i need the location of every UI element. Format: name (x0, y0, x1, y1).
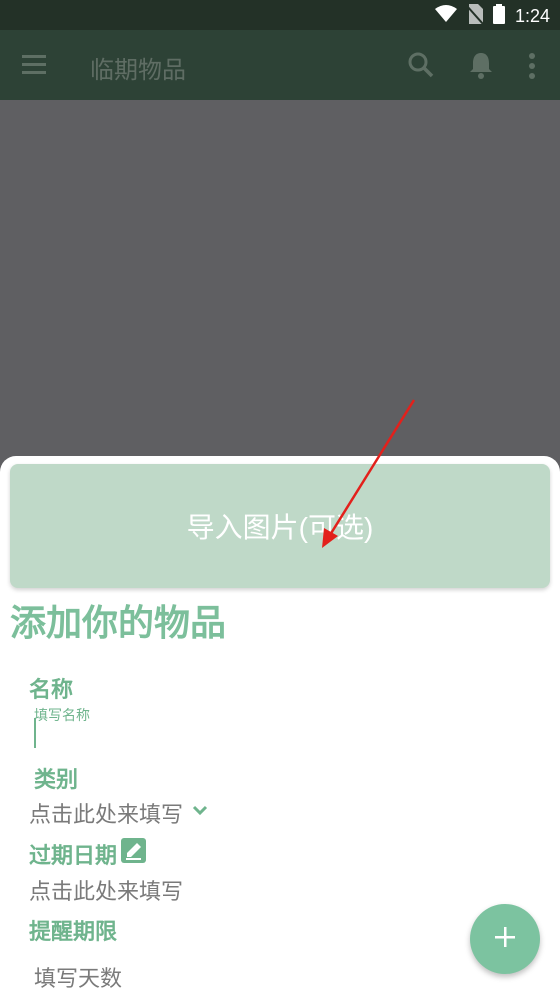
bell-icon[interactable] (466, 50, 496, 80)
sheet-title: 添加你的物品 (10, 602, 227, 643)
wifi-icon (434, 5, 457, 27)
scrim-overlay[interactable] (0, 100, 560, 500)
add-item-sheet: 导入图片(可选) 添加你的物品 名称 填写名称 类别 点击此处来填写 过期日期 … (0, 456, 560, 996)
status-bar: 1:24 (0, 0, 560, 30)
reminder-days-input[interactable]: 填写天数 (34, 961, 122, 993)
chevron-down-icon[interactable] (190, 800, 210, 820)
battery-icon (492, 4, 505, 28)
app-toolbar: 临期物品 (0, 30, 560, 100)
page-title: 临期物品 (90, 57, 186, 84)
edit-icon[interactable] (121, 838, 146, 863)
name-input-caret[interactable] (34, 718, 36, 748)
no-sim-icon (466, 4, 484, 28)
status-time: 1:24 (514, 5, 550, 26)
add-fab-button[interactable] (470, 904, 540, 974)
name-label: 名称 (29, 677, 74, 702)
category-select[interactable]: 点击此处来填写 (29, 797, 183, 829)
import-image-button[interactable]: 导入图片(可选) (10, 464, 550, 588)
name-field-hint: 填写名称 (34, 707, 90, 723)
menu-icon[interactable] (20, 52, 50, 78)
import-image-label: 导入图片(可选) (186, 512, 374, 543)
reminder-label: 提醒期限 (29, 919, 118, 944)
category-label: 类别 (34, 767, 79, 792)
expiry-date-picker[interactable]: 点击此处来填写 (29, 874, 183, 906)
search-icon[interactable] (406, 50, 436, 80)
expiry-date-label: 过期日期 (29, 843, 118, 868)
plus-icon (493, 925, 517, 953)
more-vert-icon[interactable] (522, 52, 542, 80)
